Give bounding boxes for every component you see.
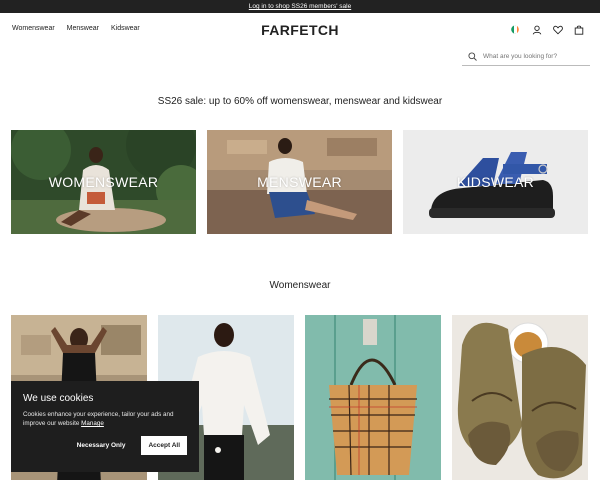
accept-all-button[interactable]: Accept All xyxy=(141,436,187,455)
account-icon[interactable] xyxy=(531,24,542,35)
category-tile-womenswear[interactable]: WOMENSWEAR xyxy=(11,130,196,234)
product-image-boat-shoes xyxy=(452,315,588,480)
flag-icon[interactable] xyxy=(510,24,521,35)
promo-banner-text[interactable]: SS26 sale: up to 60% off womenswear, men… xyxy=(0,96,600,107)
bag-icon[interactable] xyxy=(573,24,584,35)
header-icons xyxy=(510,24,584,35)
product-image-plaid-tote xyxy=(305,315,441,480)
category-tile-menswear[interactable]: MENSWEAR xyxy=(207,130,392,234)
cookie-consent-banner: We use cookies Cookies enhance your expe… xyxy=(11,381,199,472)
cookie-banner-title: We use cookies xyxy=(23,393,94,404)
members-sale-login-link[interactable]: Log in to shop SS26 members' sale xyxy=(249,3,351,10)
top-announcement-bar: Log in to shop SS26 members' sale xyxy=(0,0,600,13)
category-label-kidswear: KIDSWEAR xyxy=(456,174,535,190)
category-label-womenswear: WOMENSWEAR xyxy=(48,174,159,190)
category-tile-kidswear[interactable]: KIDSWEAR xyxy=(403,130,588,234)
search-icon[interactable] xyxy=(468,48,477,66)
product-card[interactable] xyxy=(452,315,588,480)
product-card[interactable] xyxy=(305,315,441,480)
cookie-manage-link[interactable]: Manage xyxy=(81,420,104,427)
cookie-banner-description: Cookies enhance your experience, tailor … xyxy=(23,410,187,428)
category-label-menswear: MENSWEAR xyxy=(257,174,342,190)
section-title-womenswear: Womenswear xyxy=(269,280,331,291)
search-input[interactable] xyxy=(483,53,583,60)
wishlist-icon[interactable] xyxy=(552,24,563,35)
cookie-banner-actions: Necessary Only Accept All xyxy=(23,436,187,455)
category-tiles: WOMENSWEAR MENSWEAR KIDSWEAR xyxy=(11,130,588,234)
search-bar xyxy=(462,48,590,66)
necessary-only-button[interactable]: Necessary Only xyxy=(69,437,134,454)
